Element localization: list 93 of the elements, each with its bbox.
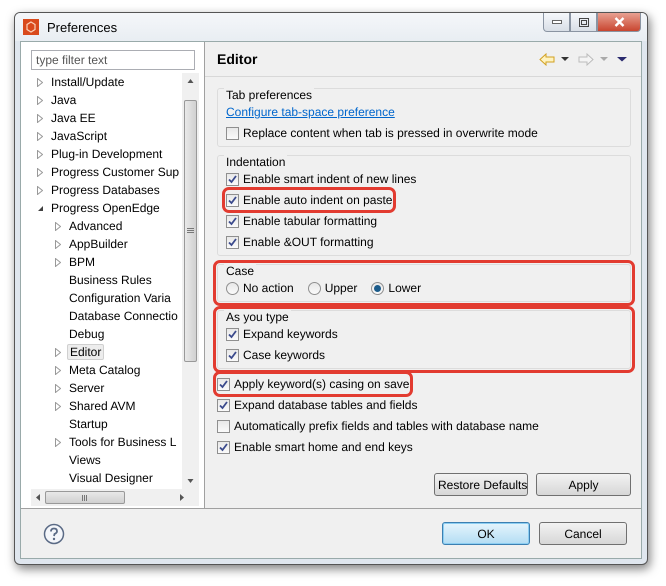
tree-item[interactable]: Database Connectio <box>67 309 180 323</box>
checkbox-label: Automatically prefix fields and tables with database name <box>234 419 539 433</box>
checkbox[interactable] <box>226 236 239 248</box>
tree-item[interactable]: Install/Update <box>49 75 126 89</box>
expand-triangle-icon[interactable] <box>37 132 43 140</box>
close-button[interactable] <box>597 13 641 32</box>
tree-item[interactable]: Visual Designer <box>67 471 155 485</box>
checkbox[interactable] <box>217 420 230 432</box>
checkbox-label: Enable &OUT formatting <box>243 235 374 249</box>
page-title: Editor <box>217 51 258 67</box>
tree-item[interactable]: Debug <box>67 327 106 341</box>
apply-button[interactable]: Apply <box>536 473 631 496</box>
minimize-icon <box>552 20 562 24</box>
tree-item[interactable]: Editor <box>67 344 104 360</box>
vertical-scrollbar[interactable] <box>182 73 199 489</box>
checkbox-label: Enable tabular formatting <box>243 214 378 228</box>
radio-button[interactable] <box>226 282 239 294</box>
expand-triangle-icon[interactable] <box>55 402 61 410</box>
tree-item[interactable]: Views <box>67 453 103 467</box>
tree-item[interactable]: Java EE <box>49 111 98 125</box>
radio-button[interactable] <box>371 282 384 294</box>
forward-arrow-icon[interactable] <box>578 52 594 66</box>
expand-triangle-icon[interactable] <box>55 384 61 392</box>
checkbox[interactable] <box>226 214 239 228</box>
checkbox[interactable] <box>217 440 230 454</box>
grip-icon <box>187 228 194 234</box>
restore-defaults-button[interactable]: Restore Defaults <box>434 473 528 496</box>
group-title: Indentation <box>224 155 288 169</box>
radio-label: Lower <box>388 281 422 295</box>
window-title: Preferences <box>47 20 118 34</box>
checkbox[interactable] <box>217 378 230 390</box>
collapse-triangle-icon[interactable] <box>36 204 44 212</box>
checkbox[interactable] <box>226 194 239 206</box>
cancel-button[interactable]: Cancel <box>539 522 627 545</box>
configure-link[interactable]: Configure tab-space preference <box>226 105 395 119</box>
expand-triangle-icon[interactable] <box>37 150 43 158</box>
minimize-button[interactable] <box>543 13 570 32</box>
tree-item[interactable]: Configuration Varia <box>67 291 173 305</box>
expand-triangle-icon[interactable] <box>37 96 43 104</box>
tree-item[interactable]: Progress Customer Sup <box>49 165 182 179</box>
expand-triangle-icon[interactable] <box>55 240 61 248</box>
tree-item[interactable]: Meta Catalog <box>67 363 142 377</box>
radio-label: No action <box>243 281 294 295</box>
app-icon <box>23 19 39 35</box>
ok-button[interactable]: OK <box>442 522 530 545</box>
help-icon[interactable] <box>43 522 65 544</box>
tree-item[interactable]: Progress Databases <box>49 183 162 197</box>
tree-item[interactable]: Business Rules <box>67 273 154 287</box>
checkbox[interactable] <box>217 398 230 412</box>
expand-triangle-icon[interactable] <box>55 258 61 266</box>
tree-item[interactable]: Startup <box>67 417 110 431</box>
radio-button[interactable] <box>308 282 321 294</box>
checkbox[interactable] <box>226 348 239 362</box>
checkbox[interactable] <box>226 172 239 186</box>
checkbox-label: Enable smart indent of new lines <box>243 172 416 186</box>
expand-triangle-icon[interactable] <box>37 168 43 176</box>
checkbox-label: Expand keywords <box>243 327 338 341</box>
expand-triangle-icon[interactable] <box>55 366 61 374</box>
tree-item[interactable]: Server <box>67 381 106 395</box>
expand-triangle-icon[interactable] <box>37 78 43 86</box>
expand-triangle-icon[interactable] <box>37 114 43 122</box>
grip-icon <box>82 494 88 500</box>
checkbox-label: Replace content when tab is pressed in overwrite mode <box>243 126 538 140</box>
radio-label: Upper <box>324 281 358 295</box>
group-title: Tab preferences <box>224 88 314 102</box>
tree-item[interactable]: Progress OpenEdge <box>49 201 162 215</box>
expand-triangle-icon[interactable] <box>55 438 61 446</box>
checkbox-label: Expand database tables and fields <box>234 398 418 412</box>
tree-item[interactable]: Advanced <box>67 219 124 233</box>
checkbox[interactable] <box>226 126 239 140</box>
group-title: Case <box>224 264 256 278</box>
tree-item[interactable]: BPM <box>67 255 98 269</box>
view-menu-icon[interactable] <box>615 56 629 62</box>
tree-item[interactable]: Plug-in Development <box>49 147 164 161</box>
tree-item[interactable]: Shared AVM <box>67 399 138 413</box>
group-title: As you type <box>224 310 291 324</box>
tree-item[interactable]: JavaScript <box>49 129 110 143</box>
restore-icon <box>578 18 588 26</box>
checkbox-label: Enable smart home and end keys <box>234 440 413 454</box>
tree-item[interactable]: Java <box>49 93 78 107</box>
horizontal-scrollbar[interactable] <box>31 489 199 506</box>
expand-triangle-icon[interactable] <box>37 186 43 194</box>
checkbox[interactable] <box>226 328 239 340</box>
tree-item[interactable]: AppBuilder <box>67 237 130 251</box>
checkbox-label: Apply keyword(s) casing on save <box>234 377 410 391</box>
filter-field[interactable]: type filter text <box>31 50 195 70</box>
expand-triangle-icon[interactable] <box>55 222 61 230</box>
maximize-button[interactable] <box>570 13 597 32</box>
close-icon <box>614 17 624 27</box>
expand-triangle-icon[interactable] <box>55 348 61 356</box>
checkbox-label: Case keywords <box>243 348 326 362</box>
tree-item[interactable]: Tools for Business L <box>67 435 178 449</box>
checkbox-label: Enable auto indent on paste <box>243 193 392 207</box>
